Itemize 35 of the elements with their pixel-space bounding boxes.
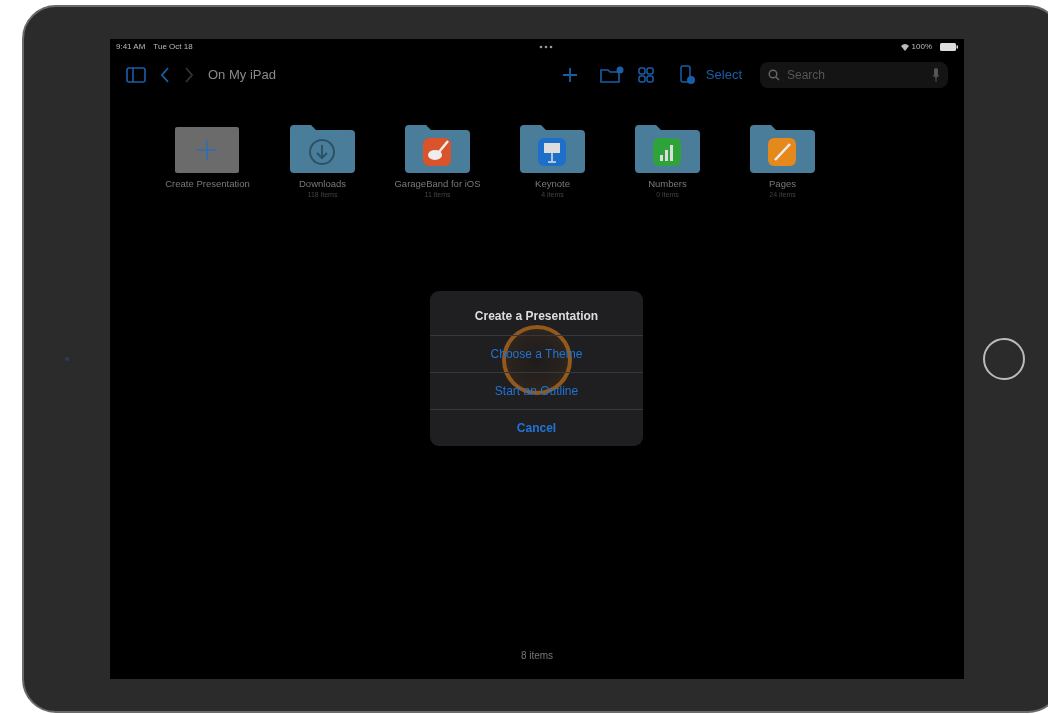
action-button[interactable]: Start an Outline (430, 372, 643, 409)
sidebar-icon[interactable] (126, 67, 146, 83)
back-icon[interactable] (160, 67, 170, 83)
home-button[interactable] (983, 338, 1025, 380)
search-field[interactable]: Search (760, 62, 948, 88)
grid-view-icon[interactable] (637, 67, 654, 83)
download-folder-icon[interactable] (289, 123, 356, 174)
item-name[interactable]: Keynote (535, 178, 570, 191)
presentation-app-folder-icon[interactable] (519, 123, 586, 174)
camera-icon (65, 357, 69, 361)
status-date: Tue Oct 18 (153, 41, 193, 53)
item-name[interactable]: Numbers (648, 178, 687, 191)
wifi-icon (899, 43, 910, 51)
item-name[interactable]: Downloads (299, 178, 346, 191)
device-icon[interactable] (679, 65, 696, 85)
item-name[interactable]: GarageBand for iOS (394, 178, 481, 191)
battery-percent: 100% (911, 41, 932, 53)
new-folder-icon[interactable] (599, 66, 624, 84)
search-icon (768, 69, 780, 81)
chart-app-folder-icon[interactable] (634, 123, 701, 174)
add-icon[interactable] (561, 67, 578, 83)
pen-app-folder-icon[interactable] (749, 123, 816, 174)
item-count: 8 items (520, 649, 554, 663)
more-dots-icon[interactable] (539, 45, 554, 49)
forward-icon (184, 67, 194, 83)
status-time: 9:41 AM (116, 41, 146, 53)
item-name[interactable]: Create Presentation (165, 178, 250, 191)
cancel-button[interactable]: Cancel (430, 409, 643, 446)
select-button[interactable]: Select (705, 65, 742, 85)
sheet-title: Create a Presentation (473, 308, 600, 325)
item-name[interactable]: Pages (769, 178, 796, 191)
battery-icon (940, 43, 958, 51)
folder-title: On My iPad (208, 66, 276, 85)
microphone-icon (932, 68, 940, 82)
search-input[interactable]: Search (785, 65, 927, 85)
